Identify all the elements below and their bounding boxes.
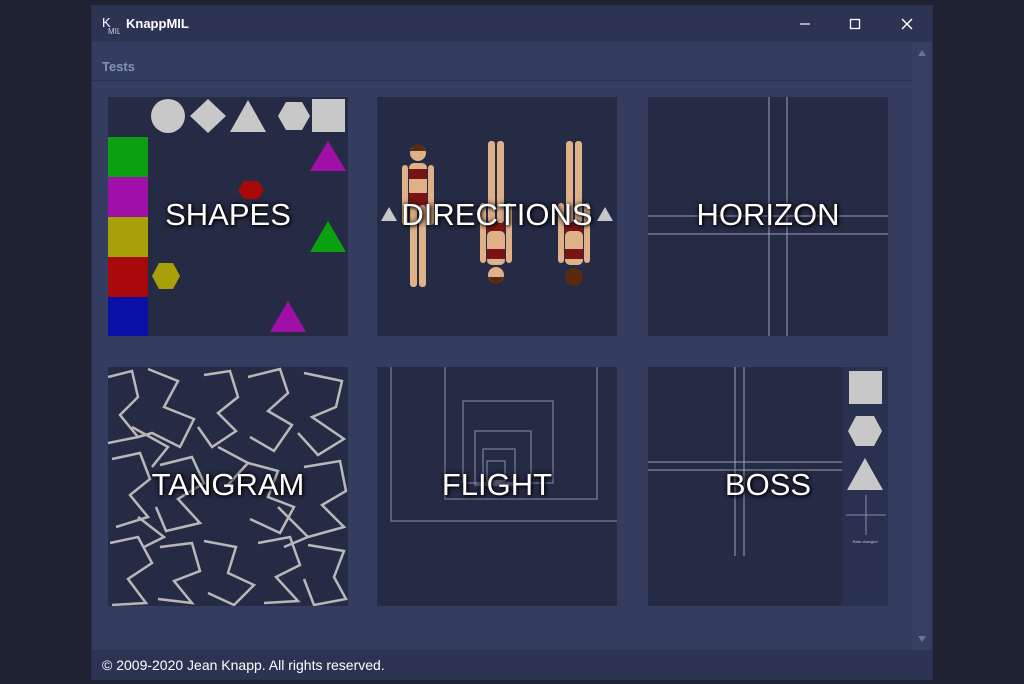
section-label: Tests <box>102 59 135 74</box>
scroll-down-icon[interactable] <box>912 628 932 648</box>
minimize-icon <box>800 23 810 25</box>
test-tile-tangram[interactable]: TANGRAM <box>108 367 348 606</box>
test-tile-horizon-label: HORIZON <box>696 197 840 232</box>
footer-bar: © 2009-2020 Jean Knapp. All rights reser… <box>92 650 932 679</box>
section-divider <box>92 80 912 81</box>
test-tile-flight[interactable]: FLIGHT <box>377 367 617 606</box>
app-title: KnappMIL <box>126 16 189 31</box>
title-bar[interactable]: K MIL KnappMIL <box>92 6 932 42</box>
test-tile-shapes-label: SHAPES <box>165 197 291 232</box>
test-tile-shapes[interactable]: SHAPES <box>108 97 348 336</box>
close-button[interactable] <box>884 6 930 42</box>
vertical-scrollbar[interactable] <box>912 42 932 650</box>
minimize-button[interactable] <box>782 6 828 42</box>
svg-text:MIL: MIL <box>108 27 120 35</box>
knappmil-logo-icon: K MIL <box>100 15 120 35</box>
test-tile-horizon[interactable]: HORIZON <box>648 97 888 336</box>
test-tile-flight-label: FLIGHT <box>441 467 553 502</box>
main-content: Tests SHAPES DIRECTIONS HORIZON TANGRAM … <box>92 42 932 650</box>
test-tile-directions[interactable]: DIRECTIONS <box>377 97 617 336</box>
copyright-text: © 2009-2020 Jean Knapp. All rights reser… <box>102 657 385 673</box>
test-tile-boss[interactable]: Rate changed BOSS <box>648 367 888 606</box>
maximize-button[interactable] <box>832 6 878 42</box>
boss-status-text: Rate changed <box>852 539 878 544</box>
close-icon <box>901 18 913 30</box>
maximize-icon <box>849 18 861 30</box>
app-window: K MIL KnappMIL Tests SHAPES DIRECTIONS H… <box>92 6 932 679</box>
test-tile-boss-label: BOSS <box>724 467 812 502</box>
test-tile-tangram-label: TANGRAM <box>151 467 305 502</box>
scroll-up-icon[interactable] <box>912 44 932 64</box>
test-tile-directions-label: DIRECTIONS <box>401 197 593 232</box>
